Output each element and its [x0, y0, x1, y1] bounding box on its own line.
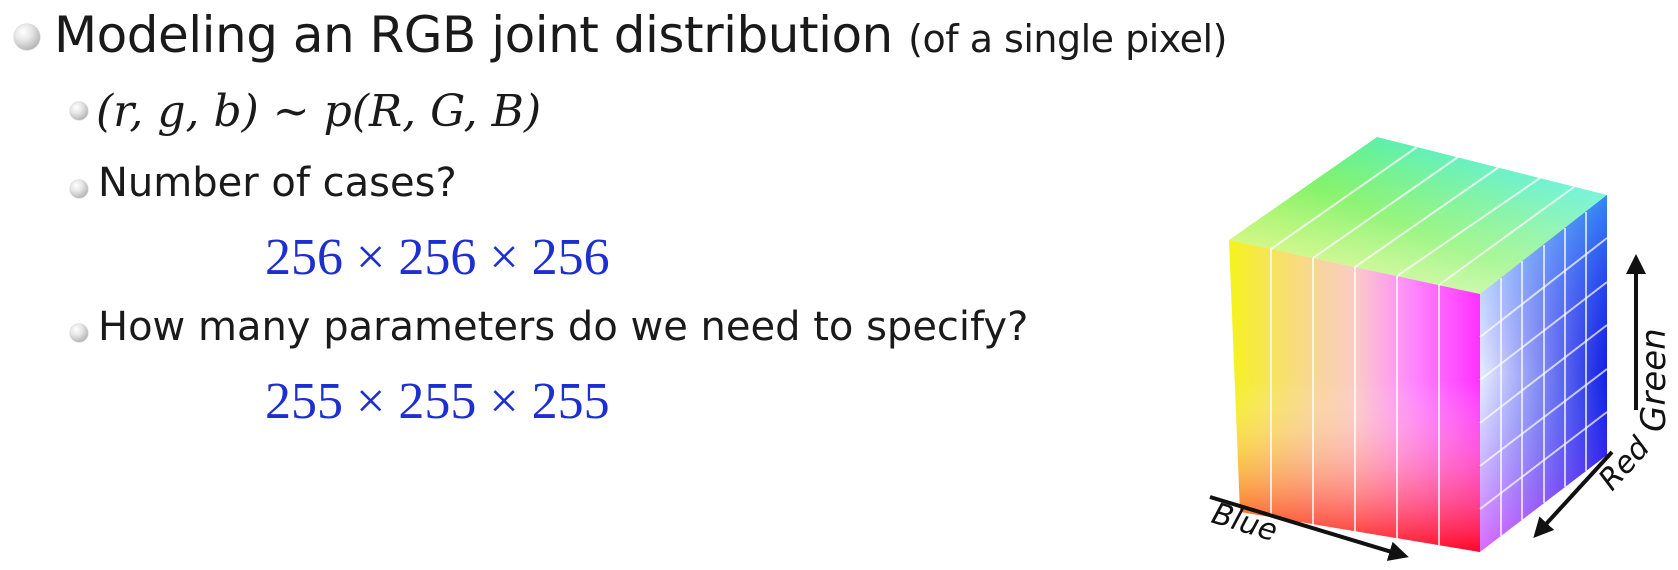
green-axis-label: Green [1634, 328, 1674, 432]
rgb-cube-figure: Green Red Blue [1208, 137, 1674, 561]
